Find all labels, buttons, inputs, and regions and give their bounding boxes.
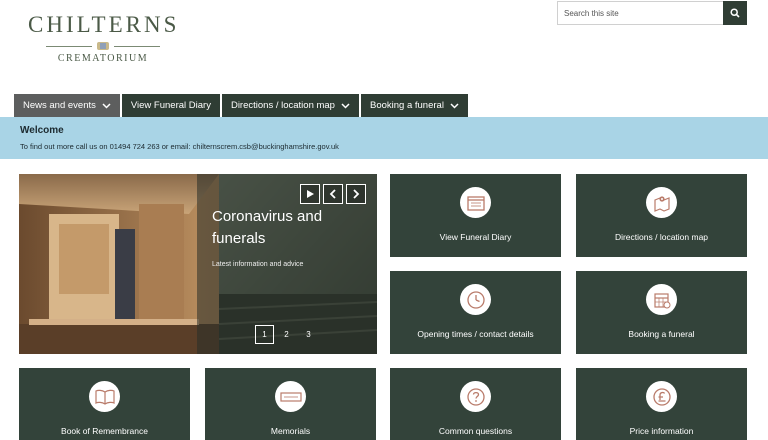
calendar-icon [653,292,670,308]
play-icon [307,190,314,198]
hero-title[interactable]: Coronavirus and funerals [212,206,352,250]
slide-pager: 1 2 3 [255,325,318,344]
tile-price-information[interactable]: Price information [576,368,747,440]
tile-common-questions[interactable]: Common questions [390,368,561,440]
logo-subtitle: CREMATORIUM [57,53,149,64]
hero-slider[interactable]: Coronavirus and funerals Latest informat… [19,174,377,354]
question-icon [466,387,485,406]
tile-label: Price information [629,426,694,436]
nav-item-label: News and events [23,100,96,111]
diary-icon [466,195,485,211]
next-slide-button[interactable] [346,184,366,204]
previous-slide-button[interactable] [323,184,343,204]
nav-item-directions[interactable]: Directions / location map [221,94,359,117]
tile-label: Common questions [438,426,513,436]
tile-icon-circle [646,187,677,218]
site-search [557,1,747,25]
tile-icon-circle [460,284,491,315]
chevron-left-icon [329,189,336,199]
search-icon [730,8,740,18]
tile-icon-circle [275,381,306,412]
pound-icon [652,387,671,406]
slide-page-2[interactable]: 2 [277,325,296,344]
tile-book-of-remembrance[interactable]: Book of Remembrance [19,368,190,440]
nav-item-news-and-events[interactable]: News and events [14,94,120,117]
tile-label: Booking a funeral [628,329,695,339]
search-input[interactable] [557,1,723,25]
nav-item-label: Booking a funeral [369,100,444,111]
slider-controls [300,184,366,204]
main-nav: News and events View Funeral Diary Direc… [14,94,468,117]
chevron-right-icon [353,189,360,199]
map-icon [653,195,670,212]
site-logo[interactable]: CHILTERNS CREMATORIUM [28,12,178,64]
tile-opening-times-contact[interactable]: Opening times / contact details [390,271,561,354]
welcome-banner: Welcome To find out more call us on 0149… [0,117,768,159]
tile-label: Memorials [270,426,311,436]
slide-page-3[interactable]: 3 [299,325,318,344]
nav-item-label: View Funeral Diary [130,100,211,111]
nav-item-view-funeral-diary[interactable]: View Funeral Diary [121,94,220,117]
tile-label: Opening times / contact details [417,329,534,339]
welcome-title: Welcome [20,125,64,136]
tile-directions-location-map[interactable]: Directions / location map [576,174,747,257]
slide-page-1[interactable]: 1 [255,325,274,344]
tile-icon-circle [646,284,677,315]
search-button[interactable] [723,1,747,25]
tile-view-funeral-diary[interactable]: View Funeral Diary [390,174,561,257]
book-icon [94,389,115,405]
plaque-icon [279,391,302,402]
nav-item-label: Directions / location map [230,100,335,111]
tile-icon-circle [646,381,677,412]
hero-subtitle: Latest information and advice [212,261,304,268]
tile-icon-circle [460,187,491,218]
logo-title: CHILTERNS [28,12,180,37]
tile-booking-a-funeral[interactable]: Booking a funeral [576,271,747,354]
nav-item-booking-a-funeral[interactable]: Booking a funeral [360,94,468,117]
tile-label: View Funeral Diary [439,232,512,242]
logo-divider [28,41,178,51]
chevron-down-icon [341,102,350,109]
play-button[interactable] [300,184,320,204]
chevron-down-icon [450,102,459,109]
welcome-contact-text: To find out more call us on 01494 724 26… [20,142,339,151]
chevron-down-icon [102,102,111,109]
tile-label: Book of Remembrance [61,426,148,436]
tile-label: Directions / location map [614,232,709,242]
crest-icon [97,42,109,50]
tile-icon-circle [89,381,120,412]
clock-icon [466,290,485,309]
tile-icon-circle [460,381,491,412]
tile-memorials[interactable]: Memorials [205,368,376,440]
